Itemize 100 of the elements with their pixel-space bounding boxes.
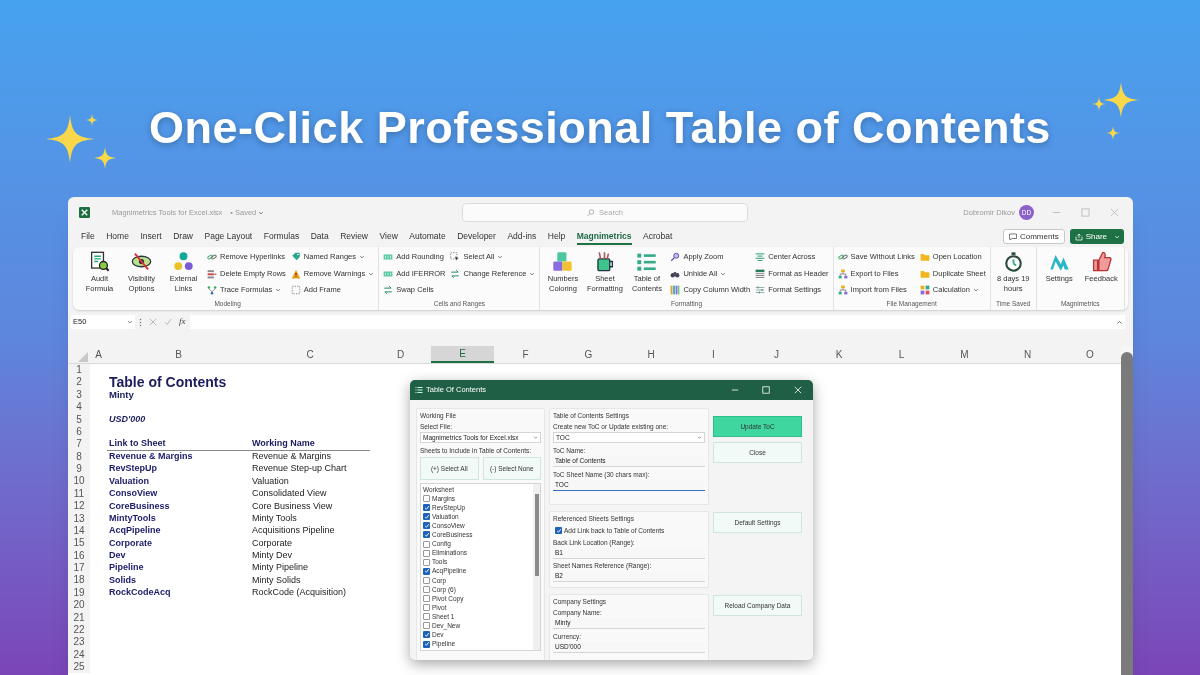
scrollbar-thumb[interactable] [534, 494, 539, 576]
checkbox[interactable] [423, 595, 430, 603]
column-header[interactable]: M [933, 346, 996, 363]
sheet-link[interactable]: RevStepUp [109, 462, 157, 476]
row-header[interactable]: 15 [68, 537, 90, 550]
tag-icon [290, 252, 301, 262]
checkbox[interactable] [423, 631, 430, 639]
checkbox[interactable] [423, 504, 430, 512]
checkbox[interactable] [423, 586, 430, 593]
checkbox[interactable] [423, 622, 430, 630]
menu-tab[interactable]: Magnimetrics [576, 228, 632, 245]
chevron-down-icon [1114, 233, 1120, 240]
menu-tab[interactable]: Review [340, 228, 368, 245]
checkbox[interactable] [423, 640, 430, 648]
chevron-down-icon [697, 435, 702, 440]
column-header[interactable]: I [682, 346, 745, 363]
speech-bubble-icon [1008, 232, 1017, 241]
menu-tab[interactable]: File [81, 228, 95, 245]
cancel-icon[interactable] [149, 318, 157, 326]
sheet-link[interactable]: RockCodeAcq [109, 586, 171, 600]
chip-icon [383, 252, 394, 262]
column-header[interactable]: D [370, 346, 431, 363]
menu-tab[interactable]: Home [106, 228, 129, 245]
menu-tab[interactable]: View [379, 228, 398, 245]
table-cell-text: Valuation [252, 474, 289, 488]
menu-tab[interactable]: Add-ins [507, 228, 537, 245]
checkbox[interactable] [423, 513, 430, 521]
document-magnifier-icon [89, 251, 110, 272]
sheet-link[interactable]: CoreBusiness [109, 499, 170, 514]
selection-icon [450, 252, 461, 262]
row-header[interactable]: 2 [68, 376, 90, 389]
sheet-link[interactable]: ConsoView [109, 487, 158, 501]
menu-tab[interactable]: Data [310, 228, 329, 245]
column-header[interactable]: O [1059, 346, 1121, 363]
menu-tab[interactable]: Formulas [263, 228, 300, 245]
row-header[interactable]: 18 [68, 574, 90, 587]
sheet-link[interactable]: MintyTools [109, 511, 156, 526]
menu-tab[interactable]: Acrobat [643, 228, 673, 245]
row-header[interactable]: 12 [68, 500, 90, 513]
sheet-link[interactable]: Solids [109, 573, 136, 588]
menu-tab[interactable]: Draw [173, 228, 193, 245]
cup-icon [594, 251, 616, 272]
column-header[interactable]: L [870, 346, 933, 363]
menu-tab[interactable]: Help [547, 228, 566, 245]
sliders-icon [755, 285, 766, 295]
row-header[interactable]: 20 [68, 599, 90, 612]
minimize-icon[interactable] [731, 386, 739, 394]
sheet-link[interactable]: AcqPipeline [109, 524, 161, 538]
checkbox[interactable] [555, 527, 562, 535]
checkbox[interactable] [423, 522, 430, 530]
row-header[interactable]: 25 [68, 661, 90, 674]
menu-tab[interactable]: Developer [457, 228, 496, 245]
formula-input[interactable] [189, 315, 1125, 329]
sheet-link[interactable]: Revenue & Margins [109, 450, 193, 464]
checkbox[interactable] [423, 576, 430, 584]
table-cell: Consolidated View [252, 487, 327, 501]
row-header[interactable]: 4 [68, 401, 90, 414]
column-header[interactable]: C [250, 346, 370, 363]
sheet-link[interactable]: Pipeline [109, 561, 144, 575]
menu-tab[interactable]: Page Layout [204, 228, 253, 245]
comments-button[interactable]: Comments [1002, 229, 1065, 244]
checkbox[interactable] [423, 567, 430, 575]
insert-function-button[interactable]: fx [179, 315, 186, 329]
column-header[interactable]: A [90, 346, 107, 363]
checkbox[interactable] [423, 558, 430, 566]
stopwatch-icon [1002, 251, 1024, 272]
row-header[interactable]: 23 [68, 636, 90, 649]
chevron-up-icon [1116, 318, 1123, 326]
column-header[interactable]: G [557, 346, 620, 363]
row-header[interactable]: 1 [68, 364, 90, 377]
checkbox[interactable] [423, 613, 430, 621]
row-header[interactable]: 17 [68, 562, 90, 575]
table-cell-text: Minty Solids [252, 573, 301, 587]
column-header[interactable]: J [745, 346, 808, 363]
menu-tab[interactable]: Insert [140, 228, 162, 245]
sheet-link[interactable]: Dev [109, 549, 126, 563]
share-button[interactable]: Share [1069, 229, 1124, 244]
column-header[interactable]: H [620, 346, 682, 363]
row-header[interactable]: 7 [68, 438, 90, 451]
column-header[interactable]: N [996, 346, 1059, 363]
scrollbar-thumb[interactable] [1121, 352, 1133, 675]
column-heading: Working Name [252, 437, 315, 451]
column-header[interactable]: K [808, 346, 870, 363]
row-header[interactable]: 10 [68, 475, 90, 488]
sheet-link[interactable]: Corporate [109, 536, 152, 551]
column-header[interactable]: E [431, 346, 494, 363]
column-header[interactable]: B [107, 346, 250, 363]
check-icon[interactable] [164, 318, 172, 326]
dashed-frame-icon [290, 285, 301, 295]
checkbox[interactable] [423, 549, 430, 557]
list-icon [415, 386, 423, 394]
row-header[interactable]: 9 [68, 463, 90, 476]
sheet-link[interactable]: Valuation [109, 474, 149, 489]
column-header[interactable]: F [494, 346, 557, 363]
checkbox[interactable] [423, 495, 430, 503]
checkbox[interactable] [423, 604, 430, 612]
menu-tab[interactable]: Automate [409, 228, 446, 245]
checkbox[interactable] [423, 540, 430, 548]
checkbox[interactable] [423, 531, 430, 539]
search-icon [587, 208, 596, 217]
